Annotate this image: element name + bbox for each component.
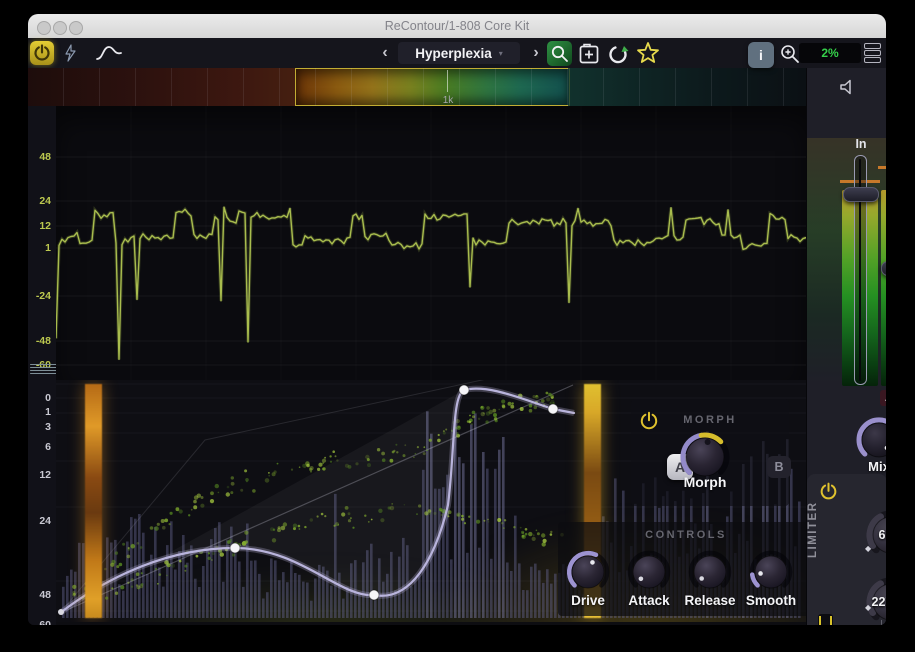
shaper-scale-label: 6 — [28, 441, 51, 453]
shaper-scale-label: 12 — [28, 469, 51, 481]
star-icon — [636, 41, 660, 65]
preset-search-button[interactable] — [547, 41, 572, 66]
shaper-scale-label: 24 — [28, 515, 51, 527]
attack-label: Attack — [619, 593, 679, 608]
titlebar: ReContour/1-808 Core Kit — [28, 14, 886, 39]
preset-prev-button[interactable]: ‹ — [377, 44, 393, 62]
shaper-scale-label: 48 — [28, 589, 51, 601]
release-label: Release — [680, 593, 740, 608]
waveshape-button[interactable] — [94, 42, 124, 64]
gain-trace — [56, 106, 806, 380]
auto-gain-button[interactable]: Auto — [880, 390, 886, 406]
reload-preset-button[interactable] — [605, 41, 630, 66]
limiter-release-label: R — [876, 556, 886, 570]
curve-node[interactable] — [459, 385, 469, 395]
mute-button[interactable] — [837, 76, 859, 98]
lightning-icon — [62, 44, 78, 62]
menu-button[interactable] — [864, 43, 884, 63]
waveshaper-display[interactable]: MORPH A B Morph CONTROLS Drive Attack Re… — [56, 380, 806, 622]
morph-power-button[interactable] — [639, 411, 659, 431]
shaper-scale-label: 1 — [28, 406, 51, 418]
limiter-panel: LIMITER A 6ms R 227ms ◆ ◆ — [807, 474, 886, 625]
out-label: Out — [881, 137, 886, 151]
chevron-down-icon: ▾ — [499, 49, 503, 58]
diamond-icon: ◆ — [865, 544, 871, 553]
mute-speaker-icon — [837, 76, 859, 98]
window-title: ReContour/1-808 Core Kit — [28, 19, 886, 33]
frequency-overview-strip[interactable]: 1k — [28, 68, 806, 106]
frequency-marker-label: 1k — [433, 95, 463, 106]
gain-analyzer-display[interactable] — [56, 106, 806, 380]
curve-node[interactable] — [369, 590, 379, 600]
plugin-power-button[interactable] — [30, 41, 54, 65]
lightning-button[interactable] — [60, 43, 80, 63]
zoom-in-button[interactable] — [779, 43, 801, 65]
in-fader-handle[interactable] — [843, 187, 879, 202]
limiter-threshold-fader[interactable] — [818, 614, 833, 625]
limiter-attack-value: 6ms — [859, 528, 886, 542]
preset-name: Hyperplexia — [415, 46, 492, 61]
shaper-scale-label: 0 — [28, 392, 51, 404]
shaper-scale-label: 3 — [28, 421, 51, 433]
preset-selector[interactable]: Hyperplexia ▾ — [398, 42, 520, 64]
limiter-title: LIMITER — [807, 510, 831, 558]
screen: ReContour/1-808 Core Kit ‹ Hyperplexia ▾… — [0, 0, 915, 652]
power-icon — [639, 411, 659, 431]
io-panel: In Out Auto Mix LIMITER A 6ms R 227ms ◆ … — [806, 68, 886, 625]
info-button[interactable]: i — [748, 42, 774, 68]
favorite-button[interactable] — [635, 40, 661, 66]
overview-gridlines — [28, 68, 806, 106]
saturation-strip-left — [85, 384, 102, 618]
morph-b-button[interactable]: B — [767, 456, 791, 478]
curve-node[interactable] — [58, 609, 64, 615]
drive-knob[interactable] — [562, 546, 614, 598]
out-peak-marker — [878, 166, 886, 169]
resize-corner — [873, 620, 882, 625]
curve-node[interactable] — [548, 404, 558, 414]
power-icon — [33, 44, 51, 62]
limiter-power-button[interactable] — [819, 482, 838, 501]
controls-panel: CONTROLS Drive Attack Release Smooth — [558, 522, 806, 616]
plugin-window: ReContour/1-808 Core Kit ‹ Hyperplexia ▾… — [28, 14, 886, 625]
frequency-marker-line — [447, 70, 448, 92]
add-preset-icon — [578, 43, 600, 65]
in-label: In — [845, 137, 877, 151]
curve-node[interactable] — [230, 543, 240, 553]
cpu-value: 2% — [821, 46, 838, 60]
controls-panel-title: CONTROLS — [558, 529, 806, 541]
shaper-scale-label: 60 — [28, 619, 51, 625]
wave-icon — [95, 43, 123, 63]
analyzer-scale-label: -24 — [28, 290, 51, 302]
zoom-in-icon — [779, 43, 801, 65]
menu-icon — [864, 43, 881, 48]
limiter-release-value: 227ms — [859, 595, 886, 609]
cpu-meter: 2% — [799, 43, 861, 63]
preset-next-button[interactable]: › — [528, 44, 544, 62]
diamond-icon: ◆ — [865, 603, 871, 612]
smooth-knob[interactable] — [745, 546, 797, 598]
search-icon — [550, 44, 569, 63]
analyzer-scale-label: 1 — [28, 242, 51, 254]
out-meter — [881, 190, 886, 386]
morph-panel: MORPH A B Morph — [631, 399, 789, 506]
limiter-attack-label: A — [876, 490, 886, 504]
analyzer-scale-label: 24 — [28, 195, 51, 207]
power-icon — [819, 482, 838, 501]
analyzer-scale-label: 48 — [28, 151, 51, 163]
attack-knob[interactable] — [623, 546, 675, 598]
refresh-icon — [606, 42, 630, 66]
smooth-label: Smooth — [741, 593, 801, 608]
drive-label: Drive — [558, 593, 618, 608]
mix-label: Mix — [849, 459, 886, 474]
analyzer-scale-label: -48 — [28, 335, 51, 347]
release-knob[interactable] — [684, 546, 736, 598]
morph-knob-label: Morph — [665, 474, 745, 490]
analyzer-scale-label: 12 — [28, 220, 51, 232]
save-preset-button[interactable] — [577, 42, 601, 65]
